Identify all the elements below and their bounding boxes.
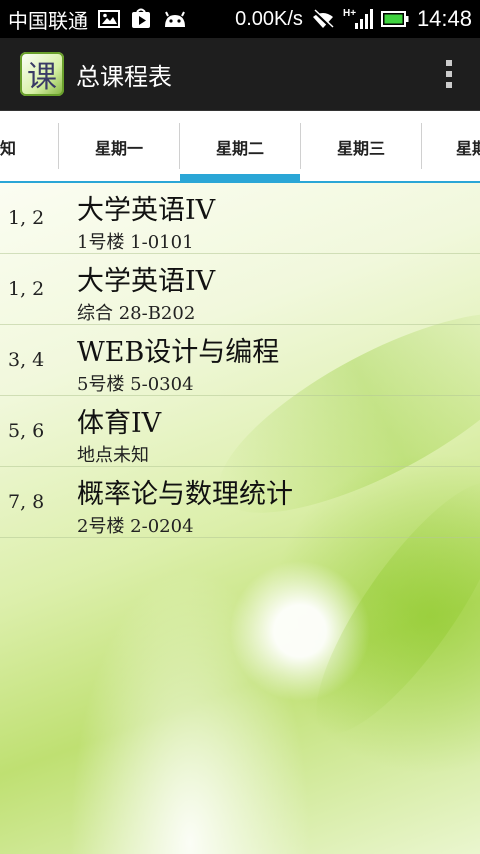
course-name: 大学英语IV xyxy=(77,266,216,297)
course-name: WEB设计与编程 xyxy=(77,337,280,368)
carrier-name: 中国联通 xyxy=(8,10,88,33)
clock: 14:48 xyxy=(416,6,472,31)
play-store-icon xyxy=(130,8,152,30)
wifi-off-icon xyxy=(311,9,335,29)
android-icon xyxy=(162,9,188,29)
svg-text:H+: H+ xyxy=(343,8,356,19)
course-name: 体育IV xyxy=(77,408,162,439)
selected-tab-indicator xyxy=(180,174,300,182)
overflow-menu-icon[interactable] xyxy=(446,60,452,88)
tab-label: 星期三 xyxy=(336,138,385,158)
course-list: 1, 2 大学英语IV 1号楼 1-0101 1, 2 大学英语IV 综合 28… xyxy=(0,183,480,854)
tab-thursday[interactable]: 星期 xyxy=(422,111,480,182)
tab-label: 未知 xyxy=(0,138,16,158)
course-location: 1号楼 1-0101 xyxy=(77,232,194,253)
day-tabs: 未知 星期一 星期二 星期三 星期 xyxy=(0,111,480,182)
tab-label: 星期一 xyxy=(94,138,143,158)
course-period: 3, 4 xyxy=(8,349,45,371)
course-location: 综合 28-B202 xyxy=(77,303,196,324)
course-row[interactable]: 1, 2 大学英语IV 综合 28-B202 xyxy=(0,254,480,325)
course-location: 地点未知 xyxy=(77,445,149,466)
signal-icon: H+ xyxy=(343,7,373,31)
tab-label: 星期二 xyxy=(215,138,264,158)
action-bar: 课 总课程表 xyxy=(0,38,480,111)
course-row[interactable]: 3, 4 WEB设计与编程 5号楼 5-0304 xyxy=(0,325,480,396)
app-icon[interactable]: 课 xyxy=(20,52,64,96)
course-period: 7, 8 xyxy=(8,491,45,513)
course-row[interactable]: 7, 8 概率论与数理统计 2号楼 2-0204 xyxy=(0,467,480,538)
tab-label: 星期 xyxy=(456,138,480,158)
course-location: 5号楼 5-0304 xyxy=(77,374,194,395)
course-period: 5, 6 xyxy=(8,420,45,442)
status-bar: 中国联通 0.00K/s H+ 14:48 xyxy=(0,0,480,38)
tab-unknown[interactable]: 未知 xyxy=(0,111,60,182)
tab-wednesday[interactable]: 星期三 xyxy=(301,111,421,182)
tab-tuesday[interactable]: 星期二 xyxy=(180,111,300,182)
course-period: 1, 2 xyxy=(8,278,45,300)
app-icon-glyph: 课 xyxy=(27,60,57,95)
course-location: 2号楼 2-0204 xyxy=(77,516,194,537)
battery-icon xyxy=(380,11,409,27)
course-row[interactable]: 1, 2 大学英语IV 1号楼 1-0101 xyxy=(0,183,480,254)
network-speed: 0.00K/s xyxy=(235,7,303,30)
course-period: 1, 2 xyxy=(8,207,45,229)
gallery-icon xyxy=(98,10,120,28)
tab-monday[interactable]: 星期一 xyxy=(59,111,179,182)
app-title: 总课程表 xyxy=(76,62,172,91)
course-name: 大学英语IV xyxy=(77,195,216,226)
course-name: 概率论与数理统计 xyxy=(77,479,293,510)
course-row[interactable]: 5, 6 体育IV 地点未知 xyxy=(0,396,480,467)
